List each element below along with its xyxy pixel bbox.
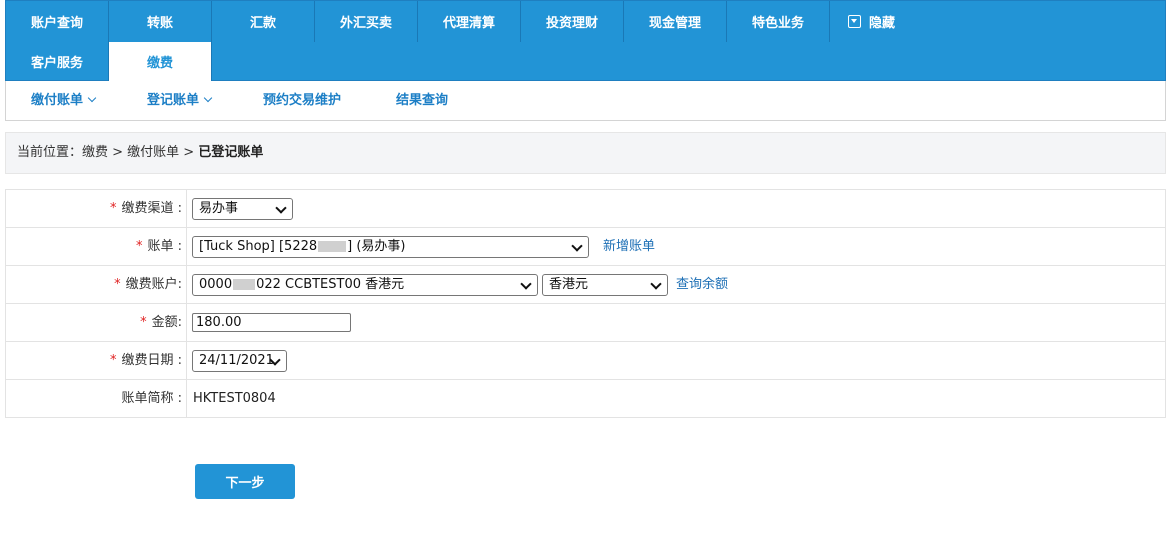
collapse-icon xyxy=(848,15,861,28)
required-mark: * xyxy=(109,201,117,216)
channel-select-value: 易办事 xyxy=(199,201,239,216)
account-select-value-start: 0000 xyxy=(199,277,233,292)
required-mark: * xyxy=(114,277,121,292)
chevron-down-icon xyxy=(87,93,97,103)
subnav-pay-bill-label: 缴付账单 xyxy=(31,93,84,108)
date-label: * 缴费日期 : xyxy=(6,342,187,379)
form-row-channel: * 缴费渠道 : 易办事 xyxy=(6,190,1165,228)
subnav-register-bill[interactable]: 登记账单 xyxy=(147,81,213,120)
nav-payment[interactable]: 缴费 xyxy=(109,42,212,81)
subnav-result-query[interactable]: 结果查询 xyxy=(396,81,448,120)
masked-digits xyxy=(233,279,256,290)
amount-label-text: 金额: xyxy=(151,315,182,330)
subnav-register-bill-label: 登记账单 xyxy=(147,93,200,108)
form-row-account: * 缴费账户: 0000 022 CCBTEST00 香港元 香港元 查询余额 xyxy=(6,266,1165,304)
chevron-down-icon xyxy=(275,202,287,214)
chevron-down-icon xyxy=(520,278,532,290)
chevron-down-icon xyxy=(650,278,662,290)
required-mark: * xyxy=(140,315,147,330)
date-cell: 24/11/2021 xyxy=(187,342,1165,379)
breadcrumb-current: 已登记账单 xyxy=(198,145,264,160)
form-row-date: * 缴费日期 : 24/11/2021 xyxy=(6,342,1165,380)
bill-cell: [Tuck Shop] [5228 ] (易办事) 新增账单 xyxy=(187,228,1165,265)
form-row-amount: * 金额: 180.00 xyxy=(6,304,1165,342)
nav-special-services[interactable]: 特色业务 xyxy=(727,1,830,42)
date-select[interactable]: 24/11/2021 xyxy=(192,350,287,372)
query-balance-link[interactable]: 查询余额 xyxy=(676,266,728,303)
channel-label-text: 缴费渠道 : xyxy=(121,201,182,216)
top-navigation: 账户查询 转账 汇款 外汇买卖 代理清算 投资理财 现金管理 特色业务 隐藏 客… xyxy=(5,0,1166,81)
add-bill-link[interactable]: 新增账单 xyxy=(603,228,655,265)
nav-row-secondary: 客户服务 缴费 xyxy=(6,42,212,81)
bill-select[interactable]: [Tuck Shop] [5228 ] (易办事) xyxy=(192,236,589,258)
nav-transfer[interactable]: 转账 xyxy=(109,1,212,42)
nav-investment[interactable]: 投资理财 xyxy=(521,1,624,42)
account-select-value-end: 022 CCBTEST00 香港元 xyxy=(256,277,405,292)
nav-cash-management[interactable]: 现金管理 xyxy=(624,1,727,42)
bill-label-text: 账单 : xyxy=(147,239,182,254)
nav-remittance[interactable]: 汇款 xyxy=(212,1,315,42)
nav-row-primary: 账户查询 转账 汇款 外汇买卖 代理清算 投资理财 现金管理 特色业务 隐藏 xyxy=(6,1,933,42)
payment-form: * 缴费渠道 : 易办事 * 账单 : [Tuck Shop] [5228 ] (易办… xyxy=(5,189,1166,418)
nav-fx-trading[interactable]: 外汇买卖 xyxy=(315,1,418,42)
account-label: * 缴费账户: xyxy=(6,266,187,303)
subnav-pay-bill[interactable]: 缴付账单 xyxy=(31,81,97,120)
breadcrumb-path: 当前位置：缴费 > 缴付账单 > xyxy=(17,145,199,160)
sub-navigation: 缴付账单 登记账单 预约交易维护 结果查询 xyxy=(5,81,1166,121)
alias-cell: HKTEST0804 xyxy=(187,380,1165,417)
bill-label: * 账单 : xyxy=(6,228,187,265)
nav-hide-toggle[interactable]: 隐藏 xyxy=(830,1,933,42)
breadcrumb: 当前位置：缴费 > 缴付账单 > 已登记账单 xyxy=(5,132,1166,174)
alias-label: 账单简称 : xyxy=(6,380,187,417)
next-step-button[interactable]: 下一步 xyxy=(195,464,295,499)
date-label-text: 缴费日期 : xyxy=(121,353,182,368)
channel-label: * 缴费渠道 : xyxy=(6,190,187,227)
currency-select-value: 香港元 xyxy=(549,277,589,292)
bill-select-value-start: [Tuck Shop] [5228 xyxy=(199,239,318,254)
account-select[interactable]: 0000 022 CCBTEST00 香港元 xyxy=(192,274,538,296)
date-select-value: 24/11/2021 xyxy=(199,353,274,368)
required-mark: * xyxy=(135,239,143,254)
nav-hide-label: 隐藏 xyxy=(869,16,896,31)
channel-select[interactable]: 易办事 xyxy=(192,198,293,220)
subnav-scheduled-transactions[interactable]: 预约交易维护 xyxy=(263,81,341,120)
required-mark: * xyxy=(109,353,117,368)
masked-digits xyxy=(318,241,347,252)
form-row-alias: 账单简称 : HKTEST0804 xyxy=(6,380,1165,418)
account-cell: 0000 022 CCBTEST00 香港元 香港元 查询余额 xyxy=(187,266,1165,303)
amount-label: * 金额: xyxy=(6,304,187,341)
chevron-down-icon xyxy=(203,93,213,103)
bill-select-value-end: ] (易办事) xyxy=(347,239,406,254)
form-row-bill: * 账单 : [Tuck Shop] [5228 ] (易办事) 新增账单 xyxy=(6,228,1165,266)
amount-input[interactable]: 180.00 xyxy=(192,313,351,332)
channel-cell: 易办事 xyxy=(187,190,1165,227)
nav-customer-service[interactable]: 客户服务 xyxy=(6,42,109,81)
alias-value: HKTEST0804 xyxy=(193,391,276,406)
amount-cell: 180.00 xyxy=(187,304,1165,341)
nav-agency-clearing[interactable]: 代理清算 xyxy=(418,1,521,42)
chevron-down-icon xyxy=(571,240,583,252)
nav-account-query[interactable]: 账户查询 xyxy=(6,1,109,42)
currency-select[interactable]: 香港元 xyxy=(542,274,668,296)
account-label-text: 缴费账户: xyxy=(125,277,182,292)
